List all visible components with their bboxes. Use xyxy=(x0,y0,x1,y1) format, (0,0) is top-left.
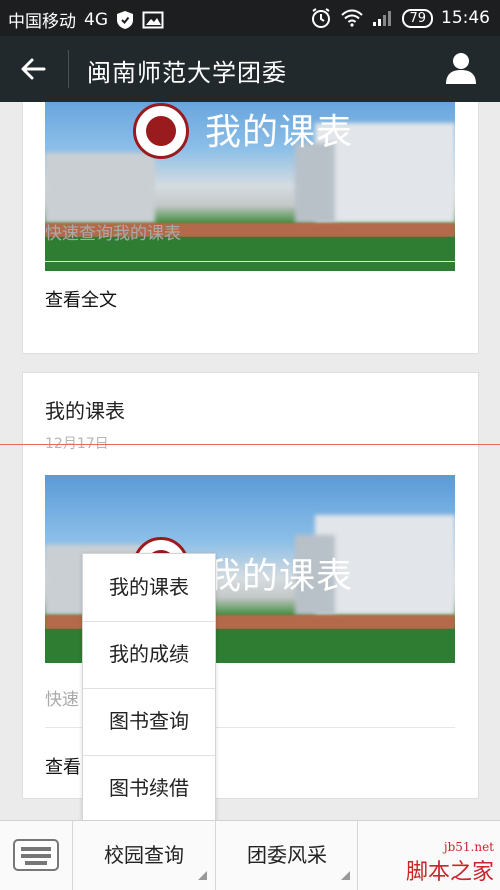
network-label: 4G xyxy=(84,9,108,30)
menu-item-book-search[interactable]: 图书查询 xyxy=(83,688,215,755)
tab-label: 团委风采 xyxy=(247,843,327,867)
article-card[interactable]: 我的课表 快速查询我的课表 查看全文 xyxy=(22,102,479,354)
battery-indicator: 79 xyxy=(402,8,433,28)
banner-text: 我的课表 xyxy=(205,556,354,597)
submenu-indicator-icon xyxy=(341,871,350,880)
tab-divider xyxy=(357,821,358,890)
tab-league-style[interactable]: 团委风采 xyxy=(216,821,358,890)
watermark-url: jb51.net xyxy=(443,840,494,854)
menu-item-my-grades[interactable]: 我的成绩 xyxy=(83,621,215,688)
bottom-menu-bar: 校园查询 团委风采 jb51.net 脚本之家 xyxy=(0,820,500,890)
submenu-popup: 我的课表 我的成绩 图书查询 图书续借 xyxy=(82,553,216,823)
article-title: 我的课表 xyxy=(45,399,125,423)
banner-text: 我的课表 xyxy=(205,112,354,153)
keyboard-toggle[interactable] xyxy=(0,821,72,890)
tab-label: 校园查询 xyxy=(104,843,184,867)
back-arrow-icon[interactable] xyxy=(18,53,50,85)
wifi-icon xyxy=(341,9,364,27)
signal-icon xyxy=(373,11,392,26)
clock: 15:46 xyxy=(441,8,490,28)
status-bar: 中国移动 4G 79 15:46 xyxy=(0,0,500,36)
article-summary: 快速 xyxy=(45,690,79,710)
red-guide-line xyxy=(0,444,500,445)
read-all-link[interactable]: 查看全文 xyxy=(45,286,117,312)
menu-item-my-schedule[interactable]: 我的课表 xyxy=(83,554,215,621)
shield-icon xyxy=(117,10,133,29)
keyboard-icon xyxy=(13,839,59,871)
card-separator xyxy=(45,261,455,262)
menu-item-book-renewal[interactable]: 图书续借 xyxy=(83,755,215,822)
watermark: jb51.net 脚本之家 xyxy=(406,840,494,886)
title-bar: 闽南师范大学团委 xyxy=(0,36,500,102)
gallery-icon xyxy=(142,11,164,28)
title-divider xyxy=(68,50,69,88)
article-date: 12月17日 xyxy=(45,436,109,452)
carrier-label: 中国移动 xyxy=(8,12,76,32)
tab-campus-query[interactable]: 校园查询 xyxy=(73,821,215,890)
article-summary: 快速查询我的课表 xyxy=(45,224,181,244)
article-feed: 我的课表 快速查询我的课表 查看全文 我的课表 12月17日 我的课表 快速 查… xyxy=(0,102,500,820)
read-all-link[interactable]: 查看 xyxy=(45,753,81,779)
profile-icon[interactable] xyxy=(444,51,478,85)
page-title: 闽南师范大学团委 xyxy=(87,59,287,87)
watermark-name: 脚本之家 xyxy=(405,860,494,885)
article-banner: 我的课表 xyxy=(45,102,455,271)
university-seal-icon xyxy=(133,103,189,159)
submenu-indicator-icon xyxy=(198,871,207,880)
alarm-icon xyxy=(312,8,331,28)
